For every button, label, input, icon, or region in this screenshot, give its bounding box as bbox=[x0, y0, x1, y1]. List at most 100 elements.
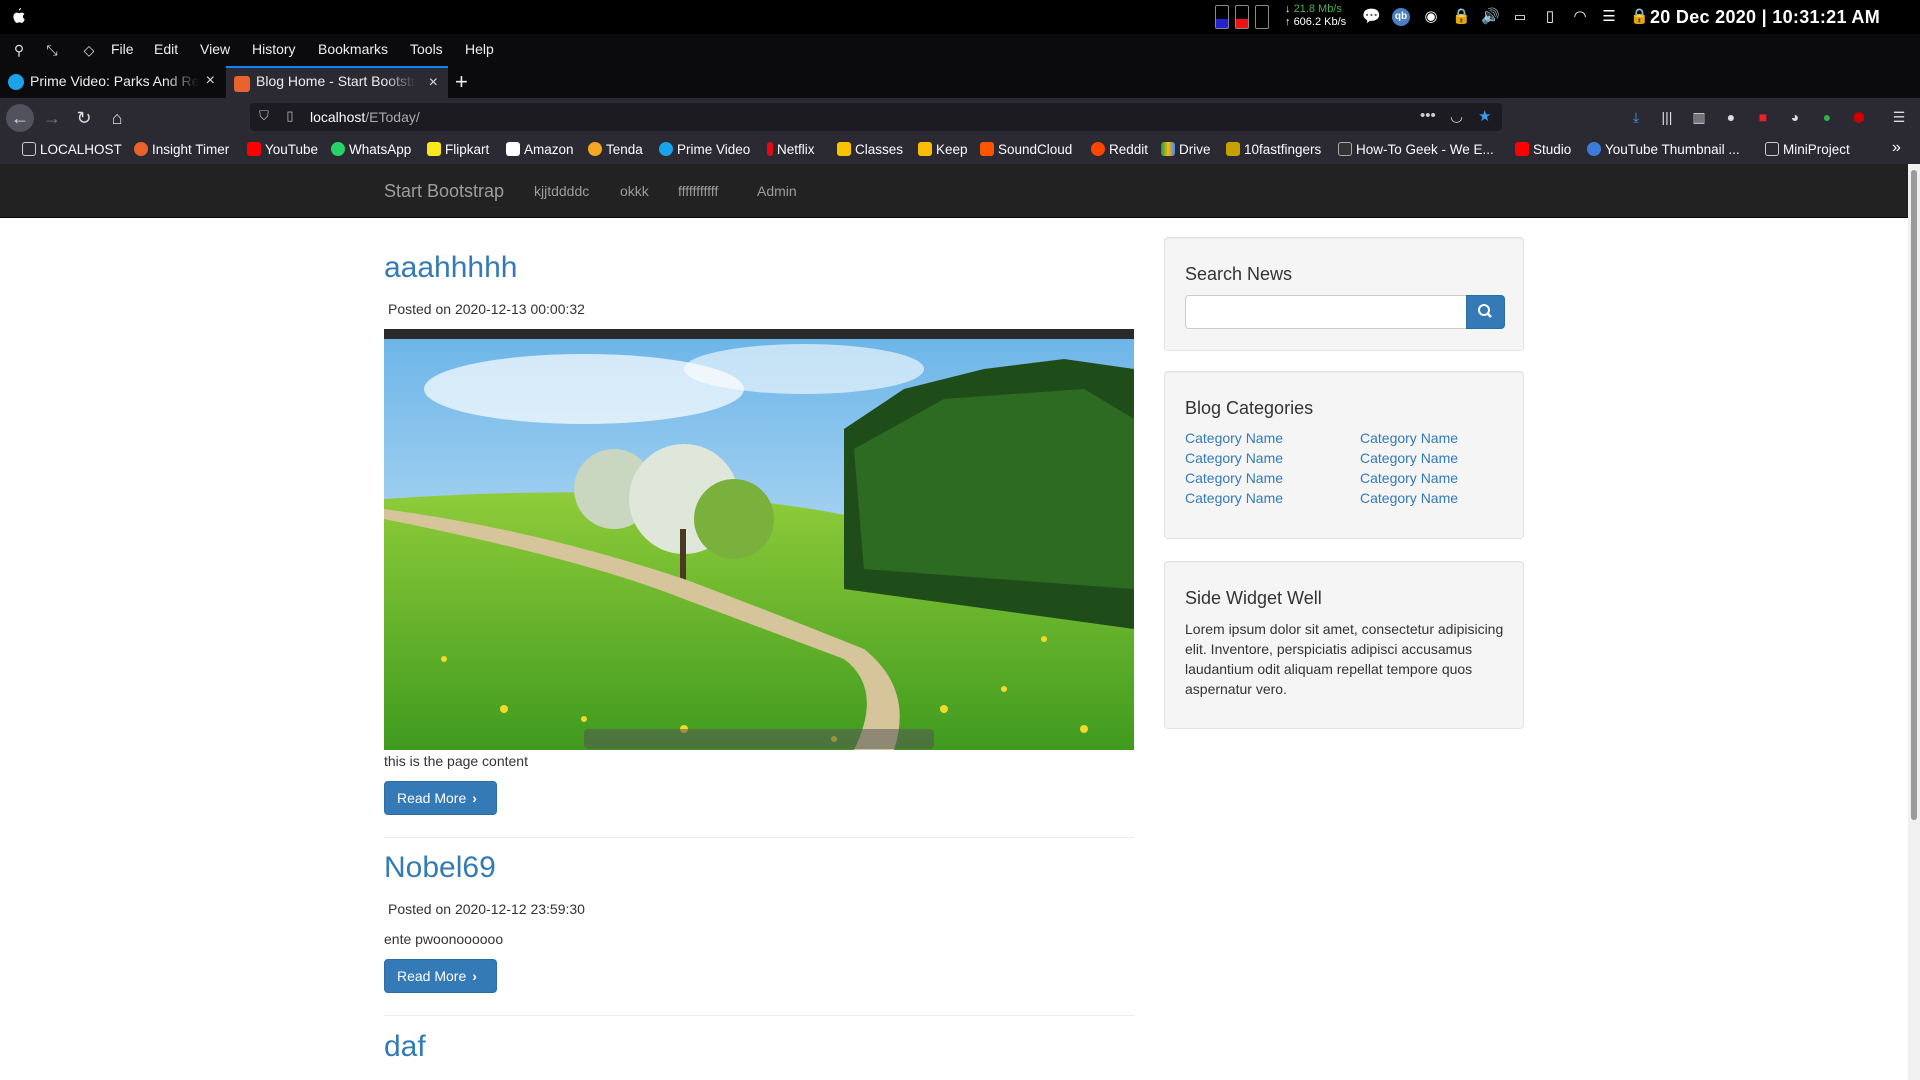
magnifier-tool-icon[interactable]: ⚲ bbox=[10, 42, 28, 60]
page-actions-icon[interactable]: ••• bbox=[1420, 107, 1436, 124]
menu-bookmarks[interactable]: Bookmarks bbox=[318, 41, 388, 57]
browser-menu-bar: ⚲ ⤡ ◇ File Edit View History Bookmarks T… bbox=[0, 34, 1920, 66]
home-icon[interactable]: ⌂ bbox=[103, 104, 131, 132]
new-tab-button[interactable]: + bbox=[455, 69, 468, 95]
bookmark-drive[interactable]: Drive bbox=[1161, 142, 1211, 157]
menu-tools[interactable]: Tools bbox=[410, 41, 443, 57]
library-icon[interactable]: ||| bbox=[1658, 108, 1676, 126]
menu-view[interactable]: View bbox=[200, 41, 230, 57]
wifi-icon[interactable]: ◠ bbox=[1571, 8, 1589, 26]
screen-lock-icon[interactable]: 🔒 bbox=[1630, 8, 1649, 26]
downloads-icon[interactable]: ⤓ bbox=[1627, 108, 1645, 126]
hamburger-menu-icon[interactable]: ☰ bbox=[1890, 108, 1908, 126]
folder-icon bbox=[1765, 142, 1779, 156]
page-icon[interactable]: ▯ bbox=[282, 108, 298, 124]
page-scrollbar[interactable] bbox=[1908, 164, 1920, 1080]
bookmark-whatsapp[interactable]: WhatsApp bbox=[331, 142, 411, 157]
phone-icon[interactable]: ▯ bbox=[1541, 8, 1559, 26]
more-bookmarks-chevron-icon[interactable]: » bbox=[1892, 139, 1901, 157]
bookmark-keep[interactable]: Keep bbox=[918, 142, 968, 157]
post-title[interactable]: Nobel69 bbox=[384, 851, 496, 885]
chat-icon[interactable]: 💬 bbox=[1362, 8, 1381, 26]
bookmark-localhost[interactable]: LOCALHOST bbox=[22, 142, 122, 157]
search-button[interactable] bbox=[1466, 295, 1505, 329]
pocket-icon[interactable]: ◡ bbox=[1450, 107, 1463, 125]
read-more-button[interactable]: Read More › bbox=[384, 781, 497, 815]
sidebar-icon[interactable]: ▥ bbox=[1690, 108, 1708, 126]
chevron-right-icon: › bbox=[472, 790, 477, 806]
lock-icon[interactable]: 🔒 bbox=[1452, 8, 1471, 26]
menu-file[interactable]: File bbox=[111, 41, 134, 57]
qbittorrent-icon[interactable]: qb bbox=[1392, 8, 1410, 26]
category-link[interactable]: Category Name bbox=[1360, 450, 1458, 466]
url-text[interactable]: localhost/EToday/ bbox=[310, 109, 420, 125]
search-input[interactable] bbox=[1185, 295, 1467, 329]
category-link[interactable]: Category Name bbox=[1185, 490, 1283, 506]
extension-green-icon[interactable]: ● bbox=[1818, 108, 1836, 126]
reload-icon[interactable]: ↻ bbox=[70, 104, 98, 132]
ublock-icon[interactable]: ⬢ bbox=[1850, 108, 1868, 126]
menu-history[interactable]: History bbox=[252, 41, 296, 57]
post-title[interactable]: aaahhhhh bbox=[384, 251, 517, 285]
bookmark-star-icon[interactable]: ★ bbox=[1478, 107, 1491, 125]
classes-icon bbox=[837, 142, 851, 156]
bookmark-how-to-geek[interactable]: How-To Geek - We E... bbox=[1338, 142, 1494, 157]
bookmark-classes[interactable]: Classes bbox=[837, 142, 903, 157]
bookmark-youtube[interactable]: YouTube bbox=[247, 142, 318, 157]
close-tab-icon[interactable]: × bbox=[206, 72, 215, 90]
account-icon[interactable]: ● bbox=[1722, 108, 1740, 126]
nav-link-kjjtddddc[interactable]: kjjtddddc bbox=[534, 183, 589, 199]
search-widget: Search News bbox=[1164, 237, 1524, 351]
scrollbar-thumb[interactable] bbox=[1911, 170, 1917, 820]
category-link[interactable]: Category Name bbox=[1360, 490, 1458, 506]
category-link[interactable]: Category Name bbox=[1185, 450, 1283, 466]
nav-link-okkk[interactable]: okkk bbox=[620, 183, 649, 199]
bookmark-flipkart[interactable]: Flipkart bbox=[427, 142, 489, 157]
landscape-image bbox=[384, 329, 1134, 750]
battery-icon[interactable]: ▭ bbox=[1511, 8, 1529, 26]
system-clock[interactable]: 20 Dec 2020 | 10:31:21 AM bbox=[1650, 7, 1880, 28]
site-brand[interactable]: Start Bootstrap bbox=[384, 181, 504, 202]
menu-help[interactable]: Help bbox=[465, 41, 494, 57]
url-bar[interactable]: ⛉ ▯ localhost/EToday/ ••• ◡ ★ bbox=[250, 103, 1502, 131]
cursor-tool-icon[interactable]: ⤡ bbox=[43, 42, 61, 60]
bookmark-reddit[interactable]: Reddit bbox=[1091, 142, 1148, 157]
volume-icon[interactable]: 🔊 bbox=[1481, 8, 1500, 26]
category-link[interactable]: Category Name bbox=[1360, 470, 1458, 486]
category-link[interactable]: Category Name bbox=[1185, 430, 1283, 446]
read-more-button[interactable]: Read More › bbox=[384, 959, 497, 993]
post-divider bbox=[384, 837, 1134, 838]
bookmark-studio[interactable]: Studio bbox=[1515, 142, 1571, 157]
forward-arrow-icon[interactable]: → bbox=[38, 104, 66, 132]
cpu-indicator bbox=[1215, 5, 1229, 29]
tenda-icon bbox=[588, 142, 602, 156]
apple-icon[interactable] bbox=[10, 7, 26, 25]
back-arrow-icon[interactable]: ← bbox=[6, 104, 34, 132]
bookmark-tenda[interactable]: Tenda bbox=[588, 142, 643, 157]
tab-bar: Prime Video: Parks And Re × Blog Home - … bbox=[0, 66, 1920, 98]
control-center-icon[interactable]: ☰ bbox=[1600, 8, 1618, 26]
tab-prime-video[interactable]: Prime Video: Parks And Re × bbox=[0, 66, 225, 98]
category-link[interactable]: Category Name bbox=[1185, 470, 1283, 486]
bookmark-netflix[interactable]: Netflix bbox=[767, 142, 815, 157]
bookmark-soundcloud[interactable]: SoundCloud bbox=[980, 142, 1072, 157]
eraser-tool-icon[interactable]: ◇ bbox=[80, 42, 98, 60]
bookmark-miniproject[interactable]: MiniProject bbox=[1765, 142, 1850, 157]
tab-blog-home[interactable]: Blog Home - Start Bootstr × bbox=[226, 66, 448, 98]
bookmark-youtube-thumbnail[interactable]: YouTube Thumbnail ... bbox=[1587, 142, 1740, 157]
steam-icon[interactable]: ◉ bbox=[1422, 8, 1440, 26]
extension-mask-icon[interactable]: ◕ bbox=[1786, 108, 1804, 126]
bookmark-prime-video[interactable]: Prime Video bbox=[659, 142, 750, 157]
nav-link-fffffffffff[interactable]: fffffffffff bbox=[678, 183, 718, 199]
close-tab-icon[interactable]: × bbox=[429, 74, 438, 92]
menu-edit[interactable]: Edit bbox=[154, 41, 178, 57]
bookmark-amazon[interactable]: Amazon bbox=[506, 142, 574, 157]
nav-link-admin[interactable]: Admin bbox=[757, 183, 797, 199]
category-link[interactable]: Category Name bbox=[1360, 430, 1458, 446]
extension-lastpass-icon[interactable]: ■ bbox=[1754, 108, 1772, 126]
bookmark-10fastfingers[interactable]: 10fastfingers bbox=[1226, 142, 1321, 157]
post-title[interactable]: daf bbox=[384, 1030, 426, 1064]
memory-indicator bbox=[1235, 5, 1249, 29]
bookmark-insight-timer[interactable]: Insight Timer bbox=[134, 142, 229, 157]
shield-icon[interactable]: ⛉ bbox=[256, 108, 272, 124]
